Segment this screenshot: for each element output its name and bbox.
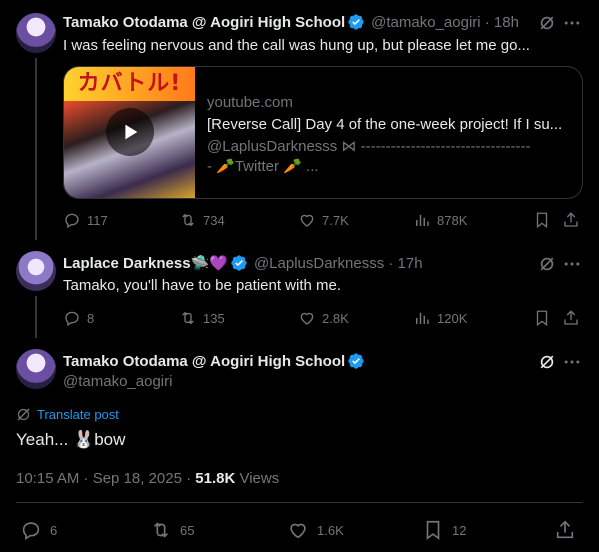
link-card[interactable]: カバトル! youtube.com [Reverse Call] Day 4 o… [63, 66, 583, 199]
tweet2-author-name[interactable]: Laplace Darkness🛸💜 [63, 254, 228, 272]
main-views-label: Views [235, 470, 280, 487]
main-text: Yeah... 🐰bow [16, 430, 126, 449]
repost-button[interactable]: 135 [179, 309, 225, 327]
repost-count: 734 [203, 212, 225, 228]
play-icon[interactable] [106, 108, 154, 156]
repost-button[interactable]: 734 [179, 211, 225, 229]
reply-icon [22, 522, 40, 540]
tweet1-text: I was feeling nervous and the call was h… [63, 37, 530, 54]
video-thumbnail[interactable]: カバトル! [64, 67, 195, 198]
views-icon [416, 312, 429, 324]
reply-count: 8 [87, 310, 95, 326]
tweet2-header: Laplace Darkness🛸💜 @LaplusDarknesss · 17… [63, 254, 423, 273]
repost-icon [153, 522, 169, 538]
avatar-tamako-main[interactable] [16, 349, 56, 389]
main-author-name[interactable]: Tamako Otodama @ Aogiri High School [63, 353, 345, 370]
card-body: youtube.com [Reverse Call] Day 4 of the … [207, 93, 571, 177]
main-timestamp[interactable]: 10:15 AM · Sep 18, 2025 · [16, 470, 195, 487]
like-count: 7.7K [322, 212, 349, 228]
reply-count: 6 [50, 522, 58, 538]
reply-button[interactable]: 117 [63, 211, 108, 229]
translate-post-link[interactable]: Translate post [16, 407, 119, 422]
views-button[interactable]: 878K [413, 211, 467, 229]
more-options-icon[interactable] [562, 13, 582, 38]
tweet2-handle-time[interactable]: @LaplusDarknesss · 17h [254, 255, 423, 272]
reply-button[interactable]: 6 [20, 519, 57, 541]
like-button[interactable]: 1.6K [287, 519, 344, 541]
views-icon [416, 214, 429, 226]
main-meta: 10:15 AM · Sep 18, 2025 · 51.8K Views [16, 470, 279, 487]
views-count: 120K [437, 310, 468, 326]
tweet1-header: Tamako Otodama @ Aogiri High School @tam… [63, 13, 519, 31]
tweet1-author-name[interactable]: Tamako Otodama @ Aogiri High School [63, 14, 345, 31]
repost-button[interactable]: 65 [150, 519, 194, 541]
repost-count: 65 [180, 522, 195, 538]
share-icon[interactable] [554, 519, 576, 546]
reply-icon [65, 213, 79, 229]
avatar-tamako[interactable] [16, 13, 56, 53]
translate-post-label: Translate post [37, 407, 119, 422]
bookmark-icon[interactable] [533, 211, 551, 234]
tweet2-text: Tamako, you'll have to be patient with m… [63, 277, 342, 294]
more-options-icon[interactable] [562, 254, 582, 279]
heart-icon [300, 214, 314, 227]
divider [16, 502, 583, 503]
views-button[interactable]: 120K [413, 309, 467, 327]
thumbnail-title: カバトル! [64, 67, 195, 101]
bookmark-icon [426, 520, 440, 540]
main-views-count: 51.8K [195, 470, 236, 487]
card-description-line1: @LaplusDarknesss ⋈ ---------------------… [207, 138, 531, 155]
main-handle[interactable]: @tamako_aogiri [63, 373, 172, 390]
like-count: 2.8K [322, 310, 349, 326]
main-header: Tamako Otodama @ Aogiri High School [63, 352, 365, 370]
verified-badge-icon [348, 353, 364, 369]
grok-icon[interactable] [537, 254, 557, 279]
card-description-line2: - 🥕Twitter 🥕 ... [207, 158, 319, 175]
views-count: 878K [437, 212, 468, 228]
repost-icon [182, 213, 194, 227]
share-icon[interactable] [562, 309, 580, 332]
thread-line [35, 296, 37, 338]
like-button[interactable]: 7.7K [298, 211, 349, 229]
translate-icon [17, 408, 30, 421]
reply-icon [65, 311, 79, 327]
tweet1-handle-time[interactable]: @tamako_aogiri · 18h [371, 14, 519, 31]
card-title: [Reverse Call] Day 4 of the one-week pro… [207, 116, 563, 133]
grok-icon[interactable] [537, 352, 557, 377]
repost-count: 135 [203, 310, 225, 326]
share-icon[interactable] [562, 211, 580, 234]
verified-badge-icon [231, 255, 247, 271]
like-button[interactable]: 2.8K [298, 309, 349, 327]
more-options-icon[interactable] [562, 352, 582, 377]
bookmark-button[interactable]: 12 [422, 519, 466, 541]
grok-icon[interactable] [537, 13, 557, 38]
verified-badge-icon [348, 14, 364, 30]
bookmark-icon[interactable] [533, 309, 551, 332]
heart-icon [290, 523, 306, 539]
reply-count: 117 [87, 212, 108, 228]
bookmark-count: 12 [452, 522, 467, 538]
heart-icon [300, 312, 314, 325]
card-domain: youtube.com [207, 94, 293, 111]
avatar-laplace[interactable] [16, 251, 56, 291]
repost-icon [182, 311, 194, 325]
reply-button[interactable]: 8 [63, 309, 94, 327]
like-count: 1.6K [317, 522, 344, 538]
thread-line [35, 58, 37, 240]
